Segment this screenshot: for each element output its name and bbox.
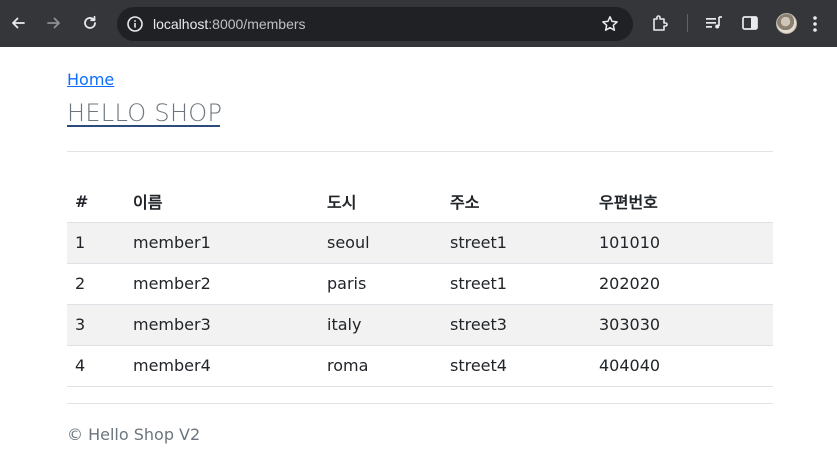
cell-name: member3: [125, 304, 319, 346]
home-link[interactable]: Home: [67, 70, 114, 90]
address-bar[interactable]: localhost:8000/members: [117, 7, 633, 41]
header-street: 주소: [442, 181, 591, 223]
header-zipcode: 우편번호: [591, 181, 773, 223]
cell-city: roma: [319, 345, 442, 387]
url-text[interactable]: localhost:8000/members: [153, 15, 306, 33]
table-row: 1 member1 seoul street1 101010: [67, 222, 773, 264]
media-control-icon[interactable]: [704, 13, 724, 33]
header-name: 이름: [125, 181, 319, 223]
profile-avatar[interactable]: [776, 13, 797, 34]
cell-number: 1: [67, 222, 125, 264]
table-row: 3 member3 italy street3 303030: [67, 304, 773, 346]
table-header-row: # 이름 도시 주소 우편번호: [67, 181, 773, 223]
more-menu-icon[interactable]: [812, 14, 818, 34]
cell-zipcode: 202020: [591, 263, 773, 305]
cell-zipcode: 303030: [591, 304, 773, 346]
url-host: localhost: [153, 16, 209, 32]
url-path: :8000/members: [208, 16, 306, 32]
toolbar-divider: [687, 14, 688, 32]
star-icon[interactable]: [601, 15, 619, 33]
cell-name: member1: [125, 222, 319, 264]
members-table: # 이름 도시 주소 우편번호 1 member1 seoul street1 …: [67, 181, 773, 387]
back-arrow-icon[interactable]: [7, 12, 29, 34]
cell-city: paris: [319, 263, 442, 305]
header-number: #: [67, 181, 125, 223]
cell-name: member4: [125, 345, 319, 387]
footer-text: © Hello Shop V2: [67, 425, 201, 444]
cell-street: street3: [442, 304, 591, 346]
cell-street: street1: [442, 222, 591, 264]
header-divider: [67, 151, 773, 152]
cell-zipcode: 404040: [591, 345, 773, 387]
cell-number: 2: [67, 263, 125, 305]
footer-divider: [67, 403, 773, 404]
cell-street: street4: [442, 345, 591, 387]
info-icon[interactable]: [126, 15, 144, 33]
cell-city: italy: [319, 304, 442, 346]
reload-icon[interactable]: [79, 12, 101, 34]
header-city: 도시: [319, 181, 442, 223]
cell-street: street1: [442, 263, 591, 305]
cell-city: seoul: [319, 222, 442, 264]
title-underline: [67, 125, 220, 127]
table-row: 4 member4 roma street4 404040: [67, 345, 773, 387]
cell-number: 3: [67, 304, 125, 346]
side-panel-icon[interactable]: [740, 13, 760, 33]
cell-name: member2: [125, 263, 319, 305]
browser-toolbar: localhost:8000/members: [0, 0, 837, 47]
table-row: 2 member2 paris street1 202020: [67, 263, 773, 305]
forward-arrow-icon[interactable]: [43, 12, 65, 34]
extensions-icon[interactable]: [650, 13, 670, 33]
cell-number: 4: [67, 345, 125, 387]
cell-zipcode: 101010: [591, 222, 773, 264]
